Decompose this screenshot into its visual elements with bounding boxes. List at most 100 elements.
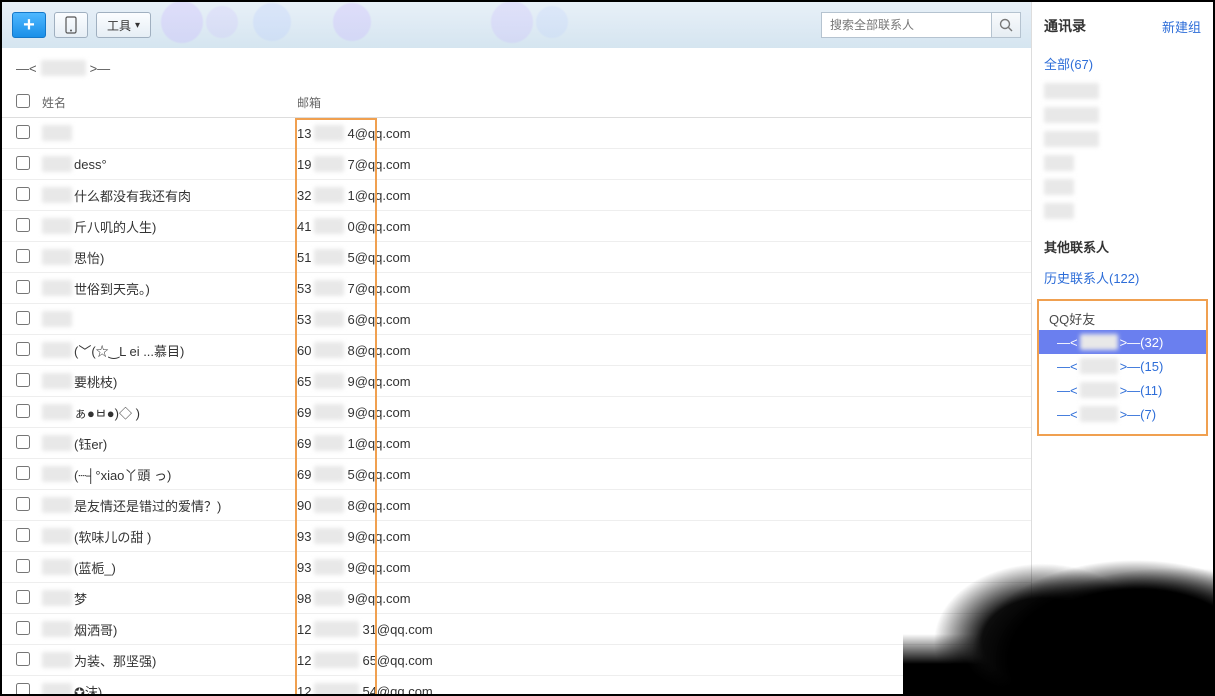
qq-friends-title: QQ好友 bbox=[1039, 301, 1206, 330]
table-row[interactable]: 134@qq.com bbox=[2, 118, 1031, 149]
contact-name: ✪沫) bbox=[42, 682, 297, 695]
contact-name: 烟洒哥) bbox=[42, 620, 297, 639]
table-row[interactable]: 536@qq.com bbox=[2, 304, 1031, 335]
contact-email: 1265@qq.com bbox=[297, 652, 1031, 668]
row-checkbox[interactable] bbox=[16, 466, 30, 480]
contact-name: 思怡) bbox=[42, 248, 297, 267]
table-row[interactable]: 思怡)515@qq.com bbox=[2, 242, 1031, 273]
row-checkbox[interactable] bbox=[16, 435, 30, 449]
row-checkbox[interactable] bbox=[16, 311, 30, 325]
contact-email: 536@qq.com bbox=[297, 311, 1031, 327]
contact-name: 为装、那坚强) bbox=[42, 651, 297, 670]
table-row[interactable]: ぁ●ㅂ●)◇ )699@qq.com bbox=[2, 397, 1031, 428]
contact-name: 是友情还是错过的爱情？) bbox=[42, 496, 297, 515]
row-checkbox[interactable] bbox=[16, 404, 30, 418]
select-all-checkbox[interactable] bbox=[16, 94, 30, 108]
sidebar-all-contacts[interactable]: 全部(67) bbox=[1032, 48, 1213, 79]
search-input[interactable] bbox=[821, 12, 991, 38]
row-checkbox[interactable] bbox=[16, 280, 30, 294]
contact-name bbox=[42, 125, 297, 141]
contact-name: (钰er) bbox=[42, 434, 297, 453]
contact-email: 659@qq.com bbox=[297, 373, 1031, 389]
qq-group-item[interactable]: —<>—(7) bbox=[1039, 402, 1206, 426]
row-checkbox[interactable] bbox=[16, 559, 30, 573]
row-checkbox[interactable] bbox=[16, 683, 30, 695]
qq-group-item[interactable]: —<>—(32) bbox=[1039, 330, 1206, 354]
contact-email: 515@qq.com bbox=[297, 249, 1031, 265]
qq-friends-box: QQ好友 —<>—(32)—<>—(15)—<>—(11)—<>—(7) bbox=[1037, 299, 1208, 436]
contact-email: 134@qq.com bbox=[297, 125, 1031, 141]
table-row[interactable]: 要桃枝)659@qq.com bbox=[2, 366, 1031, 397]
table-row[interactable]: dess°197@qq.com bbox=[2, 149, 1031, 180]
row-checkbox[interactable] bbox=[16, 373, 30, 387]
row-checkbox[interactable] bbox=[16, 156, 30, 170]
contact-name: 斤八叽的人生) bbox=[42, 217, 297, 236]
table-row[interactable]: 世俗到天亮。)537@qq.com bbox=[2, 273, 1031, 304]
contact-name: 什么都没有我还有肉 bbox=[42, 186, 297, 205]
contact-name: 世俗到天亮。) bbox=[42, 279, 297, 298]
sidebar-group-list bbox=[1032, 79, 1213, 223]
tools-button[interactable]: 工具 ▾ bbox=[96, 12, 151, 38]
phone-button[interactable] bbox=[54, 12, 88, 38]
current-group-title: —<>— bbox=[2, 48, 1031, 88]
row-checkbox[interactable] bbox=[16, 218, 30, 232]
table-row[interactable]: 斤八叽的人生)410@qq.com bbox=[2, 211, 1031, 242]
contact-name: ぁ●ㅂ●)◇ ) bbox=[42, 403, 297, 422]
toolbar: + 工具 ▾ bbox=[2, 2, 1031, 48]
table-row[interactable]: ✪沫)1254@qq.com bbox=[2, 676, 1031, 694]
contact-email: 1231@qq.com bbox=[297, 621, 1031, 637]
row-checkbox[interactable] bbox=[16, 125, 30, 139]
row-checkbox[interactable] bbox=[16, 497, 30, 511]
table-row[interactable]: (软味儿の甜 )939@qq.com bbox=[2, 521, 1031, 552]
row-checkbox[interactable] bbox=[16, 249, 30, 263]
row-checkbox[interactable] bbox=[16, 342, 30, 356]
contact-email: 537@qq.com bbox=[297, 280, 1031, 296]
contact-email: 695@qq.com bbox=[297, 466, 1031, 482]
row-checkbox[interactable] bbox=[16, 652, 30, 666]
contact-email: 608@qq.com bbox=[297, 342, 1031, 358]
contact-name: (软味儿の甜 ) bbox=[42, 527, 297, 546]
contact-name: (﹀(☆‿L ei ...慕目) bbox=[42, 341, 297, 360]
contact-name bbox=[42, 311, 297, 327]
contact-email: 939@qq.com bbox=[297, 528, 1031, 544]
contact-name: (蓝栀_) bbox=[42, 558, 297, 577]
table-row[interactable]: (┈┤°xiao丫頭 っ)695@qq.com bbox=[2, 459, 1031, 490]
sidebar-title: 通讯录 bbox=[1044, 16, 1086, 36]
new-group-link[interactable]: 新建组 bbox=[1162, 17, 1201, 36]
table-row[interactable]: (钰er)691@qq.com bbox=[2, 428, 1031, 459]
contact-email: 699@qq.com bbox=[297, 404, 1031, 420]
sidebar-history-contacts[interactable]: 历史联系人(122) bbox=[1032, 262, 1213, 293]
table-row[interactable]: 为装、那坚强)1265@qq.com bbox=[2, 645, 1031, 676]
row-checkbox[interactable] bbox=[16, 187, 30, 201]
table-row[interactable]: 烟洒哥)1231@qq.com bbox=[2, 614, 1031, 645]
table-header: 姓名 邮箱 bbox=[2, 88, 1031, 118]
row-checkbox[interactable] bbox=[16, 528, 30, 542]
qq-group-item[interactable]: —<>—(11) bbox=[1039, 378, 1206, 402]
contact-email: 691@qq.com bbox=[297, 435, 1031, 451]
search-icon bbox=[999, 18, 1013, 32]
sidebar-other-title: 其他联系人 bbox=[1032, 223, 1213, 262]
chevron-down-icon: ▾ bbox=[135, 20, 140, 31]
row-checkbox[interactable] bbox=[16, 621, 30, 635]
table-row[interactable]: 什么都没有我还有肉321@qq.com bbox=[2, 180, 1031, 211]
column-email: 邮箱 bbox=[297, 94, 1031, 111]
table-row[interactable]: 梦989@qq.com bbox=[2, 583, 1031, 614]
contact-email: 410@qq.com bbox=[297, 218, 1031, 234]
phone-icon bbox=[65, 16, 77, 34]
sidebar: 通讯录 新建组 全部(67) 其他联系人 历史联系人(122) QQ好友 —<>… bbox=[1031, 2, 1213, 694]
contact-email: 939@qq.com bbox=[297, 559, 1031, 575]
row-checkbox[interactable] bbox=[16, 590, 30, 604]
contact-name: (┈┤°xiao丫頭 っ) bbox=[42, 465, 297, 484]
add-button[interactable]: + bbox=[12, 12, 46, 38]
qq-group-item[interactable]: —<>—(15) bbox=[1039, 354, 1206, 378]
table-row[interactable]: (﹀(☆‿L ei ...慕目)608@qq.com bbox=[2, 335, 1031, 366]
contact-list[interactable]: 134@qq.comdess°197@qq.com什么都没有我还有肉321@qq… bbox=[2, 118, 1031, 694]
contact-email: 197@qq.com bbox=[297, 156, 1031, 172]
table-row[interactable]: (蓝栀_)939@qq.com bbox=[2, 552, 1031, 583]
search-button[interactable] bbox=[991, 12, 1021, 38]
contact-name: 要桃枝) bbox=[42, 372, 297, 391]
column-name: 姓名 bbox=[42, 94, 297, 111]
table-row[interactable]: 是友情还是错过的爱情？)908@qq.com bbox=[2, 490, 1031, 521]
contact-name: dess° bbox=[42, 156, 297, 172]
contact-email: 1254@qq.com bbox=[297, 683, 1031, 694]
